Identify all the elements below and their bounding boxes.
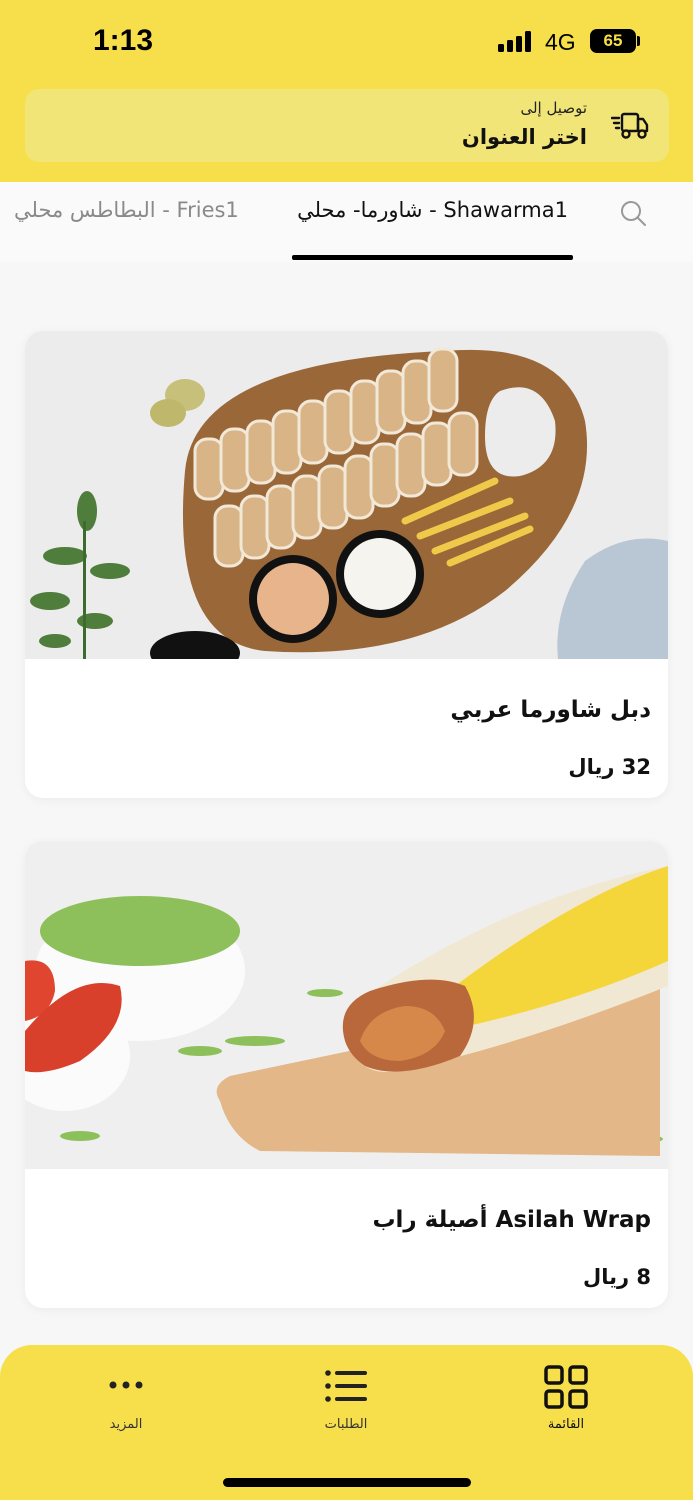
choose-address-label: اختر العنوان xyxy=(461,125,587,149)
product-card[interactable]: أصيلة راب Asilah Wrap 8 ريال xyxy=(25,841,668,1308)
delivery-to-label: توصيل إلى xyxy=(520,99,587,117)
battery-tip xyxy=(637,36,640,46)
product-name: أصيلة راب Asilah Wrap xyxy=(372,1207,651,1233)
more-dots-icon xyxy=(109,1381,143,1389)
active-tab-indicator xyxy=(292,255,573,260)
delivery-address-selector[interactable]: توصيل إلى اختر العنوان xyxy=(25,89,669,162)
search-icon[interactable] xyxy=(618,198,648,228)
nav-orders-label: الطلبات xyxy=(324,1417,368,1432)
network-type: 4G xyxy=(545,29,576,55)
nav-more-label: المزيد xyxy=(109,1417,143,1432)
nav-menu[interactable]: القائمة xyxy=(496,1345,636,1455)
product-price: 32 ريال xyxy=(568,755,651,779)
status-time: 1:13 xyxy=(93,24,154,57)
orders-list-icon xyxy=(325,1370,367,1402)
bottom-navigation: المزيد الطلبات القائمة xyxy=(0,1345,693,1500)
asilah-wrap-image xyxy=(25,841,668,1169)
status-bar: 1:13 4G 65 xyxy=(0,0,693,84)
nav-more[interactable]: المزيد xyxy=(56,1345,196,1455)
tab-shawarma[interactable]: شاورما- محلي - Shawarma1 xyxy=(292,198,573,222)
category-tabs xyxy=(0,182,693,262)
home-indicator[interactable] xyxy=(223,1478,471,1487)
app-header: 1:13 4G 65 توصيل إلى اختر العنوان xyxy=(0,0,693,182)
cellular-signal-icon xyxy=(498,30,534,52)
product-price: 8 ريال xyxy=(582,1265,651,1289)
nav-menu-label: القائمة xyxy=(547,1417,585,1432)
battery-icon: 65 xyxy=(590,29,636,53)
nav-orders[interactable]: الطلبات xyxy=(276,1345,416,1455)
tab-fries[interactable]: البطاطس محلي - Fries1 xyxy=(14,198,239,222)
product-card[interactable]: دبل شاورما عربي 32 ريال xyxy=(25,331,668,798)
product-name: دبل شاورما عربي xyxy=(450,697,651,723)
menu-grid-icon xyxy=(544,1365,588,1409)
delivery-truck-icon xyxy=(611,112,649,139)
shawarma-platter-image xyxy=(25,331,668,659)
